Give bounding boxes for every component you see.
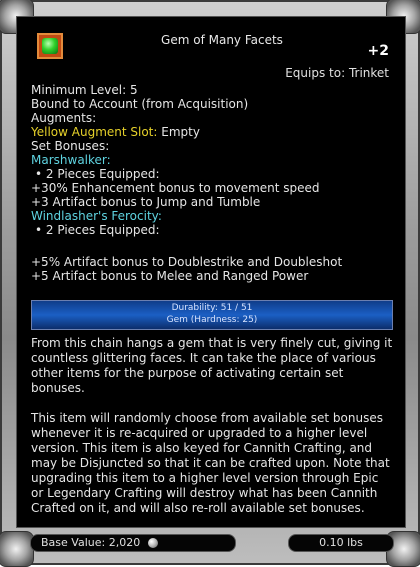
green-gem-icon	[37, 33, 63, 59]
base-value-label: Base Value:	[41, 536, 106, 549]
gem-glyph	[42, 38, 58, 54]
base-value: 2,020	[108, 536, 141, 549]
gem-hardness-text: Gem (Hardness: 25)	[166, 315, 258, 325]
set-bonus-line: +30% Enhancement bonus to movement speed	[31, 181, 320, 195]
yellow-augment-slot: Yellow Augment Slot: Empty	[31, 125, 200, 139]
enhancement-level: +2	[367, 43, 389, 59]
equips-to: Equips to: Trinket	[285, 66, 389, 80]
set-pieces-equipped: • 2 Pieces Equipped:	[35, 167, 160, 181]
frame-corner-ornament	[0, 531, 34, 567]
set-pieces-equipped: • 2 Pieces Equipped:	[35, 223, 160, 237]
item-title: Gem of Many Facets	[161, 33, 283, 47]
set-name-windlasher: Windlasher's Ferocity:	[31, 209, 162, 223]
tooltip-frame: Gem of Many Facets +2 Equips to: Trinket…	[0, 0, 420, 567]
set-bonus-line: +3 Artifact bonus to Jump and Tumble	[31, 195, 261, 209]
base-value-box: Base Value: 2,020	[30, 534, 236, 552]
set-name-marshwalker: Marshwalker:	[31, 153, 111, 167]
augment-slot-value: Empty	[161, 125, 200, 139]
description-paragraph: From this chain hangs a gem that is very…	[31, 336, 393, 395]
augments-header: Augments:	[31, 111, 97, 125]
bound-to-account: Bound to Account (from Acquisition)	[31, 97, 249, 111]
augment-slot-label: Yellow Augment Slot:	[31, 125, 158, 139]
weight-box: 0.10 lbs	[288, 534, 394, 552]
set-bonuses-header: Set Bonuses:	[31, 139, 110, 153]
set-bonus-line: +5 Artifact bonus to Melee and Ranged Po…	[31, 269, 309, 283]
minimum-level: Minimum Level: 5	[31, 83, 138, 97]
durability-bar: Durability: 51 / 51 Gem (Hardness: 25)	[31, 300, 393, 330]
coin-icon	[147, 538, 158, 548]
tooltip-panel: Gem of Many Facets +2 Equips to: Trinket…	[16, 16, 406, 528]
set-bonus-line: +5% Artifact bonus to Doublestrike and D…	[31, 255, 343, 269]
durability-text: Durability: 51 / 51	[171, 303, 253, 313]
tooltip-footer: Base Value: 2,020 0.10 lbs	[30, 534, 394, 552]
description-paragraph: This item will randomly choose from avai…	[31, 411, 390, 515]
item-description: From this chain hangs a gem that is very…	[31, 336, 393, 531]
